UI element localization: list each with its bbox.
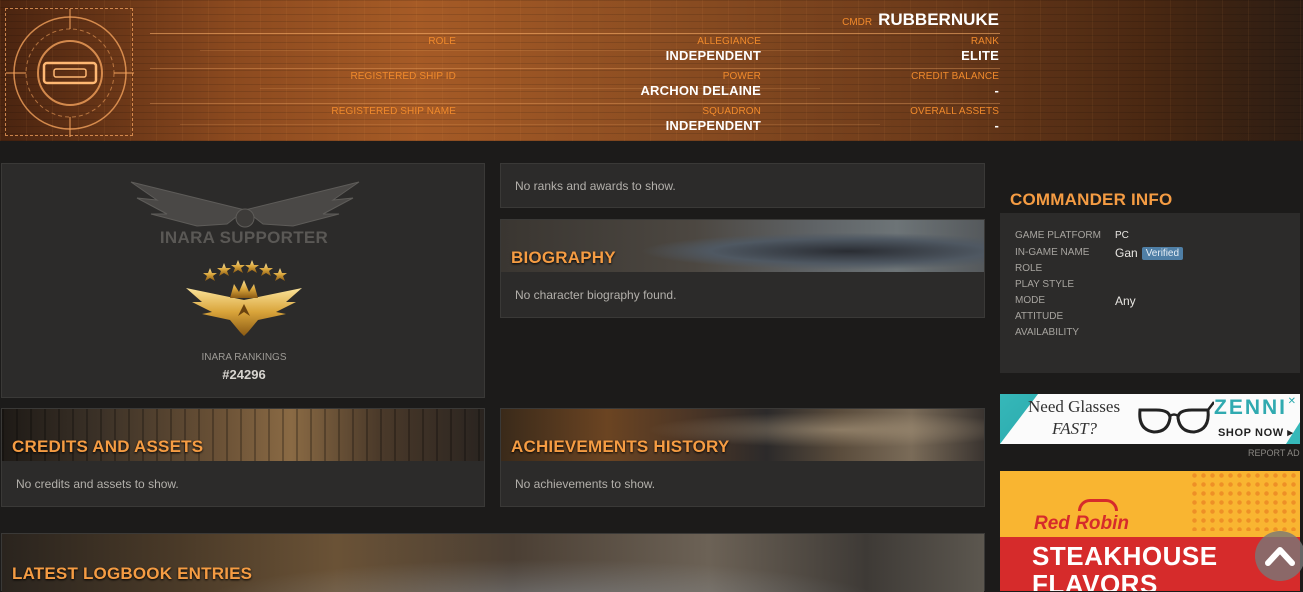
info-label: GAME PLATFORM xyxy=(1015,230,1101,241)
credits-assets-panel: CREDITS AND ASSETS No credits and assets… xyxy=(1,408,485,507)
squadron-value: INDEPENDENT xyxy=(665,118,761,133)
credits-banner: CREDITS AND ASSETS xyxy=(2,409,484,461)
ad-dots-pattern xyxy=(1190,471,1300,531)
info-label: IN-GAME NAME xyxy=(1015,247,1090,258)
power-value[interactable]: ARCHON DELAINE xyxy=(640,83,761,98)
info-value: PC xyxy=(1115,230,1129,241)
credits-empty-text: No credits and assets to show. xyxy=(16,477,179,491)
overall-assets-label: OVERALL ASSETS xyxy=(910,106,999,117)
credits-title: CREDITS AND ASSETS xyxy=(12,437,204,456)
commander-info-title: COMMANDER INFO xyxy=(1010,190,1173,209)
registered-ship-name-label: REGISTERED SHIP NAME xyxy=(331,106,456,117)
credit-balance-value: - xyxy=(994,83,999,98)
ad-brand: Red Robin xyxy=(1034,513,1129,534)
ad-brand: ZENNI xyxy=(1214,396,1287,419)
overall-assets-value: - xyxy=(994,118,999,133)
allegiance-value: INDEPENDENT xyxy=(665,48,761,63)
scroll-to-top-button[interactable] xyxy=(1255,531,1303,581)
role-label: ROLE xyxy=(428,36,456,47)
logbook-panel: LATEST LOGBOOK ENTRIES xyxy=(1,533,985,592)
cmdr-prefix: CMDR xyxy=(842,17,873,28)
registered-ship-id-label: REGISTERED SHIP ID xyxy=(350,71,456,82)
power-label: POWER xyxy=(722,71,761,82)
ad-headline-line2: FAST? xyxy=(1052,419,1098,438)
info-value: Any xyxy=(1115,294,1136,308)
restaurant-ad[interactable]: Red Robin STEAKHOUSE FLAVORS xyxy=(1000,471,1300,591)
ranks-empty-text: No ranks and awards to show. xyxy=(515,179,676,193)
report-ad-link[interactable]: REPORT AD xyxy=(1248,448,1300,458)
biography-banner: BIOGRAPHY xyxy=(501,220,984,272)
ad-close-icon[interactable]: ✕ xyxy=(1288,396,1296,407)
achievements-empty-text: No achievements to show. xyxy=(515,477,656,491)
ad-logo-hat-icon xyxy=(1078,499,1118,511)
ad-headline-line1: STEAKHOUSE xyxy=(1032,541,1218,571)
elite-rank-badge-icon xyxy=(186,260,302,336)
info-label: ATTITUDE xyxy=(1015,311,1064,322)
ranks-awards-panel: No ranks and awards to show. xyxy=(500,163,985,208)
info-label: MODE xyxy=(1015,295,1045,306)
glasses-ad[interactable]: Need Glasses FAST? ZENNI SHOP NOW ▸ ✕ xyxy=(1000,394,1300,444)
achievements-title: ACHIEVEMENTS HISTORY xyxy=(511,437,730,456)
commander-header: CMDR RUBBERNUKE ROLE REGISTERED SHIP ID … xyxy=(0,0,1303,141)
verified-badge: Verified xyxy=(1141,247,1184,260)
rank-label: RANK xyxy=(970,36,999,47)
shop-now-link[interactable]: SHOP NOW ▸ xyxy=(1218,426,1294,439)
rankings-value[interactable]: #24296 xyxy=(2,367,486,382)
biography-panel: BIOGRAPHY No character biography found. xyxy=(500,219,985,318)
logbook-title: LATEST LOGBOOK ENTRIES xyxy=(12,564,253,583)
biography-empty-text: No character biography found. xyxy=(515,288,677,302)
info-label: AVAILABILITY xyxy=(1015,327,1080,338)
rankings-label: INARA RANKINGS xyxy=(201,352,287,363)
credit-balance-label: CREDIT BALANCE xyxy=(911,71,999,82)
commander-title: CMDR RUBBERNUKE xyxy=(842,10,999,30)
info-value-group: Gan Verified xyxy=(1115,246,1184,260)
rank-value: ELITE xyxy=(961,48,999,63)
commander-name: RUBBERNUKE xyxy=(878,10,999,29)
logbook-banner: LATEST LOGBOOK ENTRIES xyxy=(2,534,984,592)
allegiance-label: ALLEGIANCE xyxy=(697,36,761,47)
squadron-label: SQUADRON xyxy=(702,106,761,117)
supporter-title: INARA SUPPORTER xyxy=(159,228,329,247)
supporter-panel: INARA SUPPORTER INARA RANKINGS #24296 xyxy=(1,163,485,398)
ad-headline-line2: FLAVORS xyxy=(1032,569,1158,591)
commander-info-panel: GAME PLATFORM PC IN-GAME NAME Gan Verifie… xyxy=(1000,213,1300,373)
inara-emblem-icon xyxy=(5,8,134,137)
biography-title: BIOGRAPHY xyxy=(511,248,616,267)
glasses-icon xyxy=(1138,401,1214,434)
ad-headline-line1: Need Glasses xyxy=(1028,397,1121,416)
chevron-up-icon xyxy=(1265,547,1295,566)
achievements-panel: ACHIEVEMENTS HISTORY No achievements to … xyxy=(500,408,985,507)
info-label: ROLE xyxy=(1015,263,1043,274)
info-label: PLAY STYLE xyxy=(1015,279,1075,290)
in-game-name-value: Gan xyxy=(1115,246,1138,260)
achievements-banner: ACHIEVEMENTS HISTORY xyxy=(501,409,984,461)
